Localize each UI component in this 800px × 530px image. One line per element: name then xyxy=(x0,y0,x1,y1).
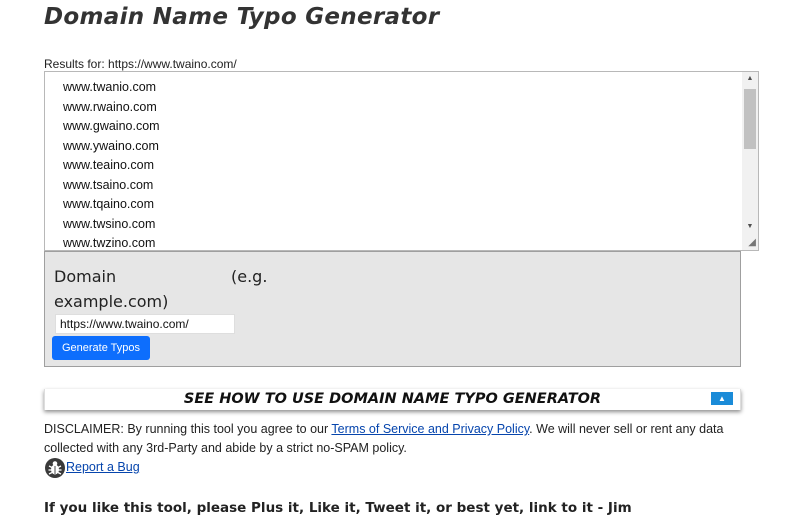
howto-accordion[interactable]: SEE HOW TO USE DOMAIN NAME TYPO GENERATO… xyxy=(44,389,741,410)
result-item: www.gwaino.com xyxy=(63,119,160,133)
results-scrollbar[interactable]: ▲ ▼ xyxy=(742,72,758,250)
result-item: www.twzino.com xyxy=(63,236,156,250)
scroll-down-arrow-icon[interactable]: ▼ xyxy=(742,220,758,234)
page-title: Domain Name Typo Generator xyxy=(44,4,440,30)
footer-message: If you like this tool, please Plus it, L… xyxy=(44,500,632,516)
domain-label: Domain (e.g. example.com) xyxy=(54,264,334,314)
result-item: www.tqaino.com xyxy=(63,197,155,211)
bug-icon[interactable] xyxy=(44,457,66,479)
collapse-arrow-icon[interactable]: ▲ xyxy=(711,392,733,405)
domain-label-example: example.com) xyxy=(54,292,169,311)
result-item: www.ywaino.com xyxy=(63,138,159,153)
scroll-up-arrow-icon[interactable]: ▲ xyxy=(742,72,758,86)
domain-label-text: Domain xyxy=(54,267,117,286)
howto-title[interactable]: SEE HOW TO USE DOMAIN NAME TYPO GENERATO… xyxy=(45,389,740,410)
disclaimer-prefix: DISCLAIMER: By running this tool you agr… xyxy=(44,422,332,436)
resize-grip-icon[interactable]: ◢ xyxy=(744,237,756,249)
domain-label-eg: (e.g. xyxy=(231,267,268,286)
domain-form-panel: Domain (e.g. example.com) Generate Typos xyxy=(44,251,741,367)
domain-input[interactable] xyxy=(55,314,235,334)
generate-typos-button[interactable]: Generate Typos xyxy=(52,336,150,360)
terms-privacy-link[interactable]: Terms of Service and Privacy Policy xyxy=(331,422,529,436)
result-item: www.teaino.com xyxy=(63,158,155,172)
results-list: www.twanio.com www.rwaino.com www.gwaino… xyxy=(63,78,160,250)
disclaimer: DISCLAIMER: By running this tool you agr… xyxy=(44,420,756,458)
result-item: www.tsaino.com xyxy=(63,177,154,192)
result-item: www.rwaino.com xyxy=(63,99,157,114)
result-item: www.twsino.com xyxy=(63,216,156,231)
scroll-thumb[interactable] xyxy=(744,89,756,149)
results-textarea[interactable]: www.twanio.com www.rwaino.com www.gwaino… xyxy=(44,71,759,251)
report-bug-link[interactable]: Report a Bug xyxy=(66,460,140,474)
result-item: www.twanio.com xyxy=(63,80,157,94)
results-label: Results for: https://www.twaino.com/ xyxy=(44,57,237,71)
